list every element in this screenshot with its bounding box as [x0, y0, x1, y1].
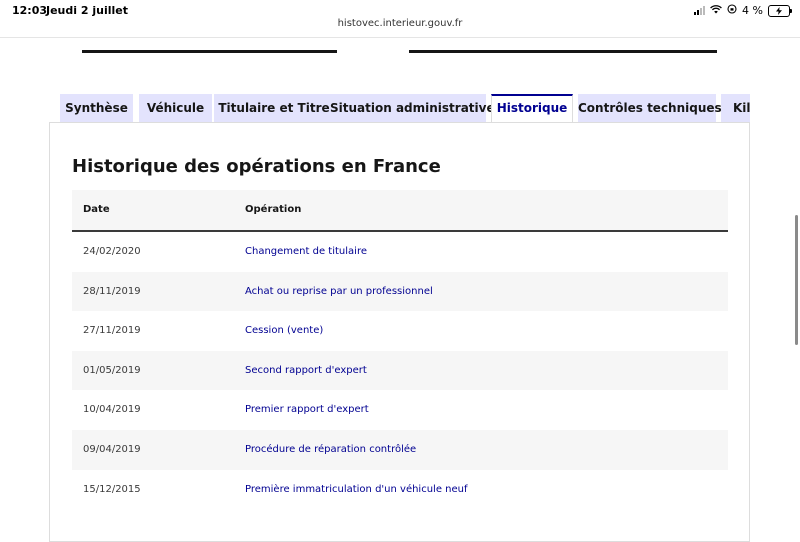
- summary-card-left: [82, 38, 337, 53]
- header-operation: Opération: [245, 204, 302, 215]
- table-row: 27/11/2019 Cession (vente): [72, 311, 728, 351]
- row-date: 24/02/2020: [83, 246, 141, 257]
- operations-table: Date Opération 24/02/2020 Changement de …: [72, 190, 728, 509]
- row-date: 28/11/2019: [83, 285, 141, 297]
- battery-percent: 4 %: [742, 4, 763, 17]
- row-operation-link[interactable]: Changement de titulaire: [245, 246, 367, 257]
- tab-situation-administrative[interactable]: Situation administrative: [330, 94, 495, 123]
- table-header: Date Opération: [72, 190, 728, 232]
- section-title: Historique des opérations en France: [72, 156, 441, 177]
- table-row: 28/11/2019 Achat ou reprise par un profe…: [72, 271, 728, 312]
- row-operation-link[interactable]: Second rapport d'expert: [245, 365, 367, 376]
- row-operation-link[interactable]: Cession (vente): [245, 325, 323, 336]
- row-date: 09/04/2019: [83, 443, 141, 455]
- address-bar[interactable]: histovec.interieur.gouv.fr: [0, 18, 800, 29]
- row-operation-link[interactable]: Achat ou reprise par un professionnel: [245, 286, 433, 297]
- tab-controles-techniques[interactable]: Contrôles techniques: [578, 94, 722, 123]
- table-row: 10/04/2019 Premier rapport d'expert: [72, 390, 728, 430]
- table-row: 09/04/2019 Procédure de réparation contr…: [72, 429, 728, 470]
- row-date: 27/11/2019: [83, 325, 141, 337]
- row-date: 10/04/2019: [83, 404, 141, 416]
- table-row: 15/12/2015 Première immatriculation d'un…: [72, 470, 728, 510]
- table-row: 24/02/2020 Changement de titulaire: [72, 232, 728, 272]
- cellular-signal-icon: [694, 6, 706, 15]
- battery-charging-icon: [768, 4, 792, 17]
- row-operation-link[interactable]: Procédure de réparation contrôlée: [245, 444, 416, 455]
- table-row: 01/05/2019 Second rapport d'expert: [72, 350, 728, 391]
- page-scrollbar[interactable]: [795, 215, 798, 345]
- row-date: 01/05/2019: [83, 364, 141, 376]
- rotation-lock-icon: [727, 4, 737, 17]
- status-time: 12:03: [12, 4, 48, 17]
- tab-bar: Synthèse Véhicule Titulaire et Titre Sit…: [60, 94, 750, 123]
- header-date: Date: [83, 204, 110, 215]
- row-date: 15/12/2015: [83, 483, 141, 495]
- row-operation-link[interactable]: Première immatriculation d'un véhicule n…: [245, 484, 468, 495]
- row-operation-link[interactable]: Premier rapport d'expert: [245, 404, 369, 415]
- tab-synthese[interactable]: Synthèse: [60, 94, 133, 123]
- tab-kilometrage[interactable]: Kilométrage: [721, 94, 750, 123]
- wifi-icon: [710, 4, 722, 17]
- tab-vehicule[interactable]: Véhicule: [139, 94, 212, 123]
- tab-historique[interactable]: Historique: [491, 94, 573, 123]
- status-date: Jeudi 2 juillet: [46, 4, 128, 17]
- tab-titulaire-et-titre[interactable]: Titulaire et Titre: [214, 94, 334, 123]
- status-indicators: 4 %: [694, 4, 792, 17]
- summary-card-right: [409, 38, 717, 53]
